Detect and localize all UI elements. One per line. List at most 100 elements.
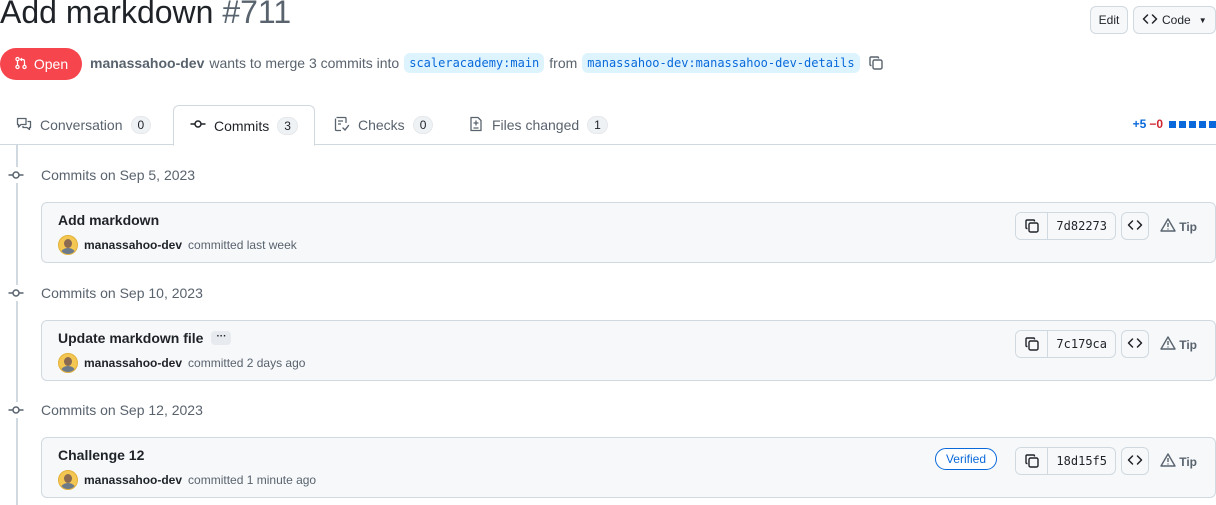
- tab-files-changed[interactable]: Files changed 1: [452, 105, 624, 145]
- commit-sha-link[interactable]: 7d82273: [1048, 213, 1115, 239]
- commit-sha-group: 18d15f5: [1015, 447, 1116, 475]
- diffstat: +5 −0: [1133, 117, 1216, 131]
- timeline-line: [16, 145, 18, 505]
- tab-conversation-count: 0: [130, 116, 152, 134]
- browse-repo-button[interactable]: [1121, 212, 1149, 240]
- commit-message-link[interactable]: Add markdown: [58, 212, 159, 228]
- git-commit-icon: [8, 167, 24, 183]
- commit-sha-group: 7d82273: [1015, 212, 1116, 240]
- commit-time: committed 2 days ago: [188, 356, 306, 370]
- code-button[interactable]: Code ▼: [1133, 6, 1216, 34]
- copy-sha-icon[interactable]: [1016, 448, 1049, 474]
- copy-branch-icon[interactable]: [868, 55, 884, 71]
- commit-author-link[interactable]: manassahoo-dev: [84, 238, 182, 252]
- tip-link[interactable]: Tip: [1160, 336, 1197, 353]
- commit-author-link[interactable]: manassahoo-dev: [84, 473, 182, 487]
- commit-group-date: Commits on Sep 12, 2023: [41, 402, 203, 418]
- commit-group-header: Commits on Sep 5, 2023: [8, 167, 195, 183]
- tab-commits[interactable]: Commits 3: [173, 105, 315, 146]
- browse-repo-button[interactable]: [1121, 330, 1149, 358]
- commit-time: committed last week: [188, 238, 297, 252]
- tip-label: Tip: [1179, 454, 1197, 469]
- diffstat-block: [1209, 120, 1216, 128]
- commit-sha-link[interactable]: 7c179ca: [1048, 331, 1115, 357]
- tab-conversation[interactable]: Conversation 0: [0, 105, 167, 145]
- commit-sha-link[interactable]: 18d15f5: [1048, 448, 1115, 474]
- diffstat-block: [1199, 120, 1206, 128]
- code-icon: [1127, 335, 1143, 354]
- commit-sha-group: 7c179ca: [1015, 330, 1116, 358]
- commit-title: Add markdown: [58, 212, 159, 228]
- edit-label: Edit: [1098, 13, 1120, 27]
- pr-author-link[interactable]: manassahoo-dev: [90, 55, 204, 71]
- file-diff-icon: [468, 116, 484, 135]
- commit-meta: manassahoo-dev committed 2 days ago: [58, 353, 305, 373]
- commit-author-link[interactable]: manassahoo-dev: [84, 356, 182, 370]
- pr-title: Add markdown #711: [0, 0, 291, 31]
- diffstat-deletions: −0: [1149, 117, 1163, 131]
- pr-state-badge: Open: [0, 48, 82, 80]
- pr-tabs: Conversation 0 Commits 3 Checks 0 Files …: [0, 105, 1216, 146]
- tab-checks[interactable]: Checks 0: [318, 105, 449, 145]
- tab-files-changed-label: Files changed: [492, 117, 580, 133]
- commit-row: Challenge 12 manassahoo-dev committed 1 …: [41, 437, 1216, 498]
- copy-sha-icon[interactable]: [1016, 213, 1049, 239]
- code-icon: [1127, 217, 1143, 236]
- diffstat-additions: +5: [1132, 117, 1147, 131]
- avatar[interactable]: [58, 235, 78, 255]
- copy-sha-icon[interactable]: [1016, 331, 1049, 357]
- commit-group-header: Commits on Sep 10, 2023: [8, 285, 203, 301]
- commit-group-header: Commits on Sep 12, 2023: [8, 402, 203, 418]
- commit-title: Challenge 12: [58, 447, 144, 463]
- tab-commits-label: Commits: [214, 117, 270, 134]
- pr-meta: manassahoo-dev wants to merge 3 commits …: [90, 53, 884, 73]
- expand-message-button[interactable]: ···: [211, 331, 232, 345]
- tip-link[interactable]: Tip: [1160, 218, 1197, 235]
- alert-triangle-icon: [1160, 453, 1176, 470]
- pr-number: #711: [222, 0, 292, 30]
- code-icon: [1127, 452, 1143, 471]
- commit-title: Update markdown file ···: [58, 330, 232, 346]
- verified-badge[interactable]: Verified: [934, 448, 997, 470]
- commit-row: Add markdown manassahoo-dev committed la…: [41, 202, 1216, 263]
- tip-label: Tip: [1179, 337, 1197, 352]
- code-icon: [1142, 11, 1158, 30]
- tab-checks-label: Checks: [358, 117, 405, 133]
- commit-group-date: Commits on Sep 5, 2023: [41, 167, 196, 183]
- avatar[interactable]: [58, 470, 78, 490]
- edit-button[interactable]: Edit: [1090, 6, 1128, 34]
- commit-message-link[interactable]: Challenge 12: [58, 447, 144, 463]
- avatar[interactable]: [58, 353, 78, 373]
- tip-label: Tip: [1179, 219, 1197, 234]
- alert-triangle-icon: [1160, 218, 1176, 235]
- git-commit-icon: [8, 402, 24, 418]
- merge-text: wants to merge 3 commits into: [209, 55, 400, 71]
- from-text: from: [549, 55, 578, 71]
- commit-message-link[interactable]: Update markdown file: [58, 330, 203, 346]
- pr-state-label: Open: [33, 56, 69, 72]
- commit-row: Update markdown file ··· manassahoo-dev …: [41, 320, 1216, 381]
- commit-meta: manassahoo-dev committed 1 minute ago: [58, 470, 316, 490]
- commit-meta: manassahoo-dev committed last week: [58, 235, 297, 255]
- commit-time: committed 1 minute ago: [188, 473, 317, 487]
- tab-files-changed-count: 1: [587, 116, 608, 134]
- base-branch[interactable]: scaleracademy:main: [404, 53, 545, 73]
- diffstat-block: [1169, 120, 1176, 128]
- git-commit-icon: [8, 285, 24, 301]
- tab-checks-count: 0: [412, 116, 434, 134]
- alert-triangle-icon: [1160, 336, 1176, 353]
- commit-group-date: Commits on Sep 10, 2023: [41, 285, 203, 301]
- tab-conversation-label: Conversation: [40, 117, 123, 133]
- tab-commits-count: 3: [277, 116, 298, 135]
- code-label: Code: [1162, 13, 1191, 27]
- head-branch[interactable]: manassahoo-dev:manassahoo-dev-details: [582, 53, 860, 73]
- git-commit-icon: [190, 116, 206, 135]
- diffstat-block: [1179, 120, 1186, 128]
- checklist-icon: [334, 116, 350, 135]
- tip-link[interactable]: Tip: [1160, 453, 1197, 470]
- diffstat-block: [1189, 120, 1196, 128]
- browse-repo-button[interactable]: [1121, 447, 1149, 475]
- git-pull-request-icon: [14, 56, 28, 73]
- triangle-down-icon: ▼: [1198, 15, 1207, 25]
- pr-title-text: Add markdown: [0, 0, 214, 30]
